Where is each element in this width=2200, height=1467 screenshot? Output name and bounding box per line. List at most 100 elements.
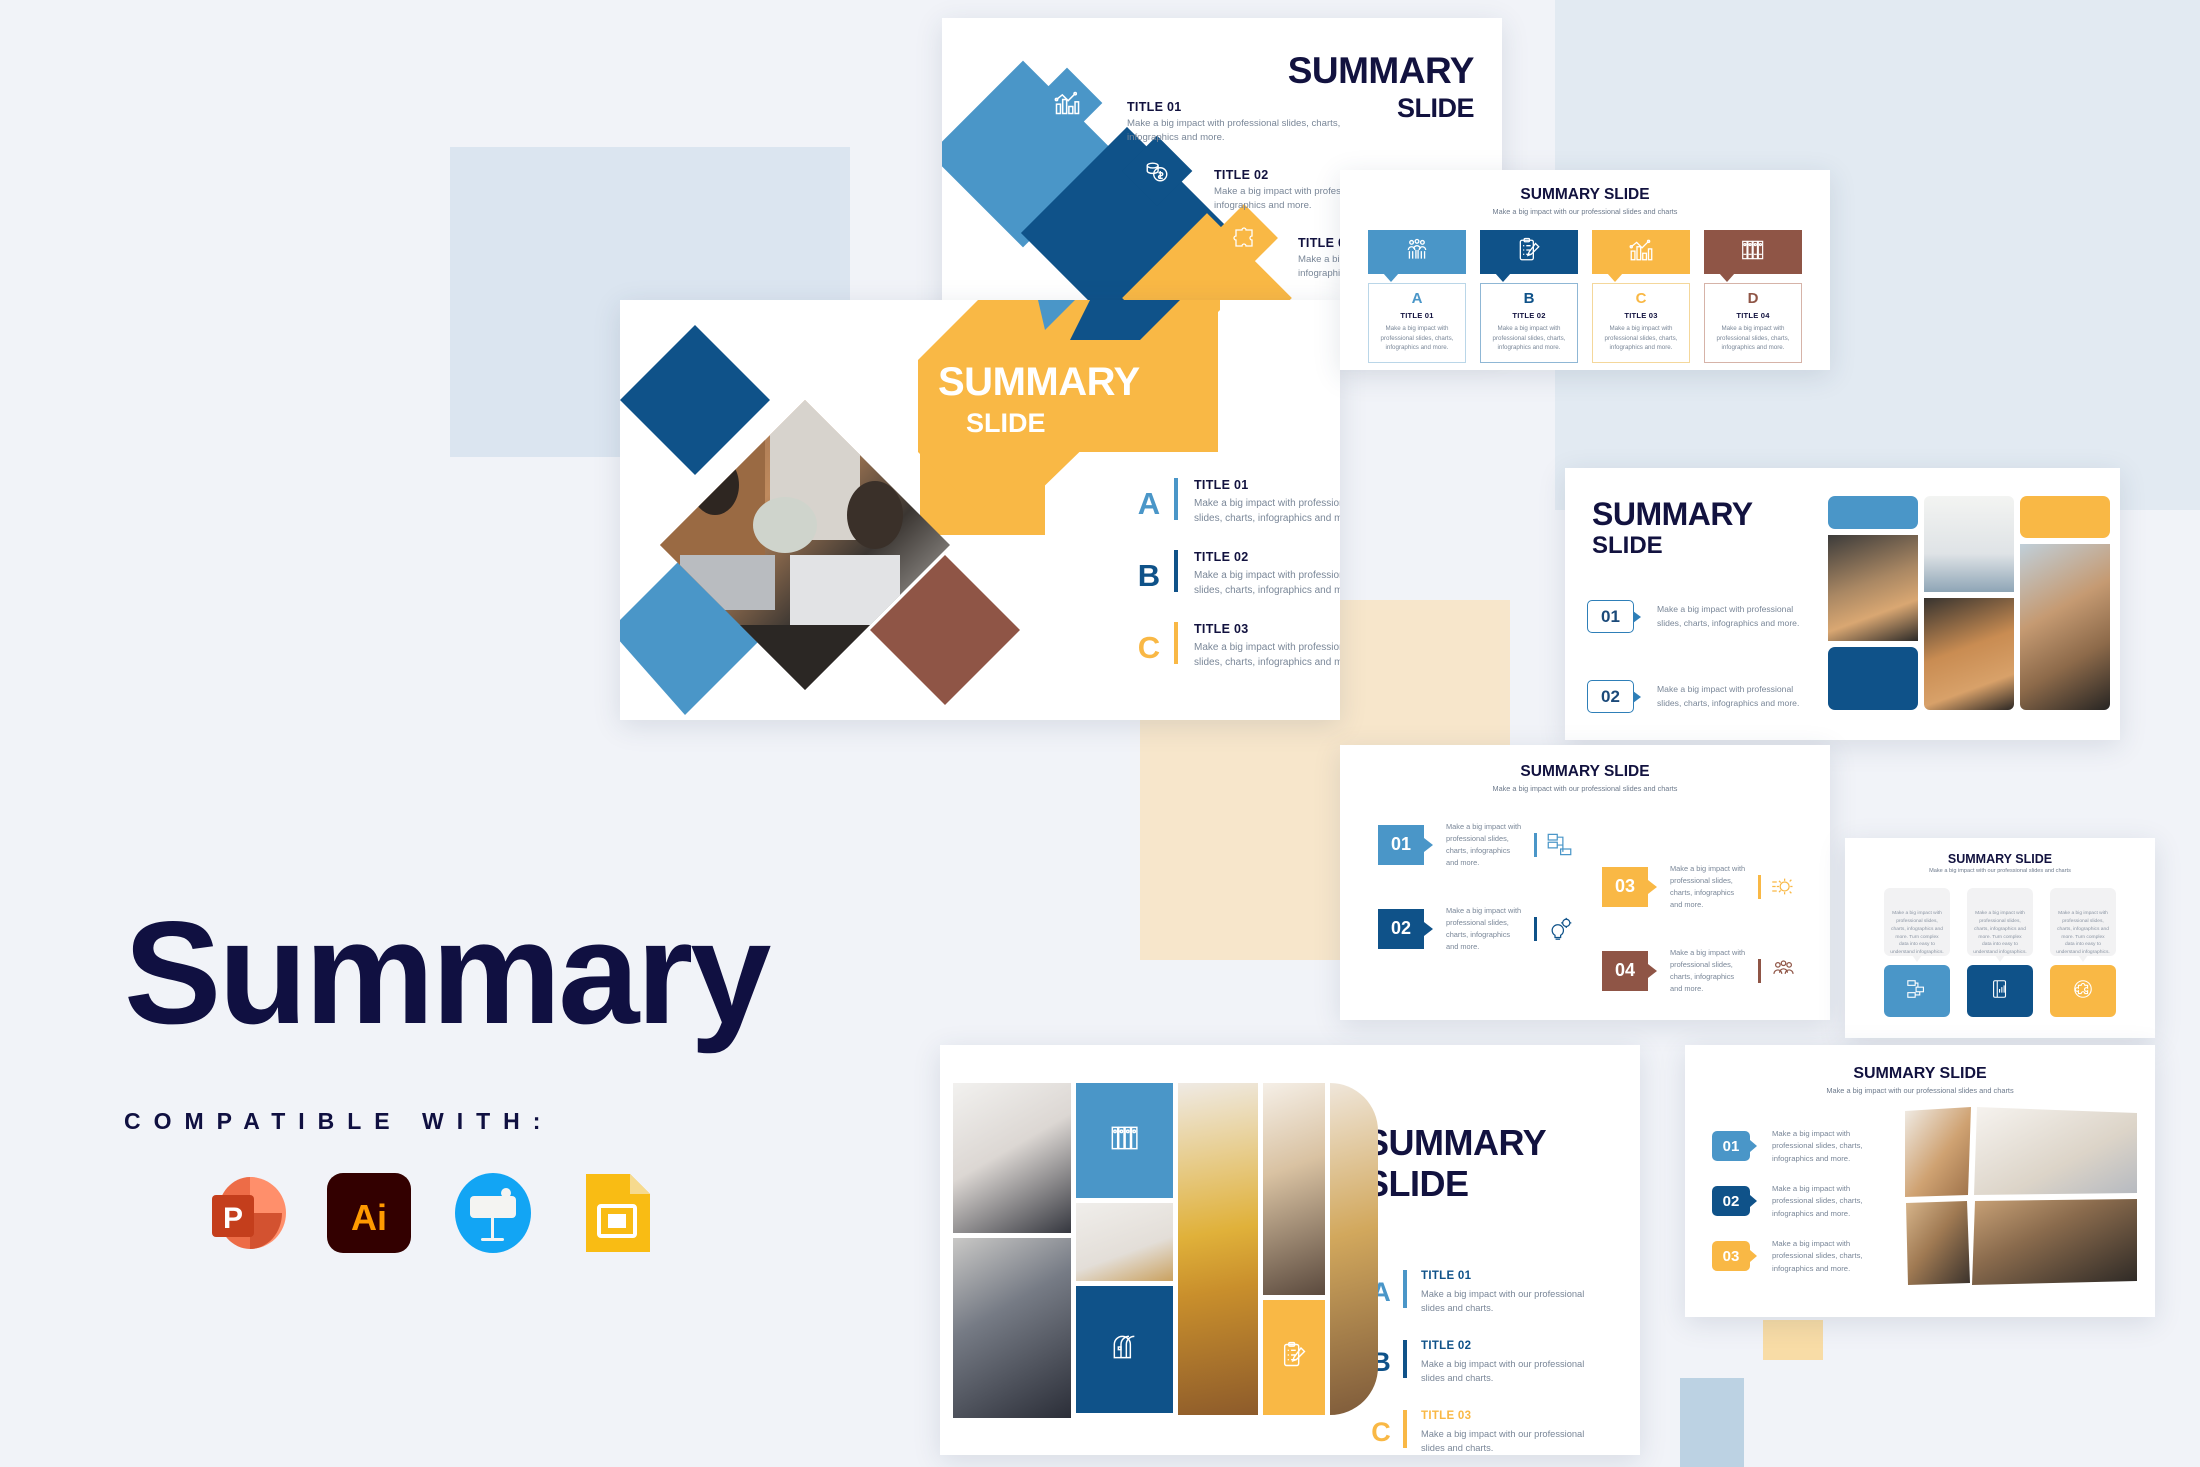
slide-e-step-0-number: 01 (1390, 834, 1412, 855)
slide-h-item-2-box: 03 (1712, 1241, 1757, 1272)
slide-three-cards[interactable]: SUMMARY SLIDE Make a big impact with our… (1845, 838, 2155, 1038)
slide-a-item-0-title: TITLE 01 (1127, 100, 1182, 114)
slide-c-card-0-body: Make a big impact with professional slid… (1380, 325, 1454, 352)
slide-d-header: SUMMARY SLIDE (1592, 498, 1753, 558)
slide-f-card-1-icon-panel (1967, 965, 2033, 1017)
slide-f-title: SUMMARY SLIDE (1947, 852, 2053, 866)
slide-e-step-3-body: Make a big impact with professional slid… (1670, 948, 1746, 993)
slide-g-item-2-title: TITLE 03 (1421, 1410, 1472, 1422)
slide-e-step-0: 01 Make a big impact with professional s… (1378, 821, 1573, 868)
slide-b-item-0-letter: A (1137, 486, 1161, 521)
slide-c-card-2[interactable]: C TITLE 03 Make a big impact with profes… (1592, 230, 1690, 363)
slide-c-card-0-box: A TITLE 01 Make a big impact with profes… (1368, 283, 1466, 363)
slide-d-photo-grid (1828, 496, 2110, 710)
slide-e-step-3-bar (1758, 958, 1761, 983)
puzzle-circle-icon (2072, 978, 2094, 1005)
slide-b-title-line2: SLIDE (966, 408, 1046, 438)
slide-e-step-2-number: 03 (1614, 876, 1636, 897)
slide-photo-mosaic[interactable]: SUMMARY SLIDE A TITLE 01 Make a big impa… (940, 1045, 1640, 1455)
slide-g-tile-lightblue (1076, 1083, 1173, 1198)
slide-e-step-2-bar (1758, 874, 1761, 899)
slide-e-step-3-box: 04 (1602, 950, 1657, 991)
slide-d-item-0-body: Make a big impact with professional slid… (1657, 603, 1800, 628)
slide-numbered-photos[interactable]: SUMMARY SLIDE 01 Make a big impact with … (1565, 468, 2120, 740)
slide-b-item-0-bar (1174, 478, 1178, 520)
slide-abcd-cards[interactable]: SUMMARY SLIDE Make a big impact with our… (1340, 170, 1830, 370)
slide-c-card-2-box: C TITLE 03 Make a big impact with profes… (1592, 283, 1690, 363)
slide-h-item-0-box: 01 (1712, 1131, 1757, 1162)
slide-c-card-3-title: TITLE 04 (1736, 311, 1770, 320)
slide-a-icon-diamond-2 (1121, 135, 1193, 207)
slide-g-tile-darkblue (1076, 1286, 1173, 1413)
people-group-icon (1770, 957, 1797, 984)
slide-f-header: SUMMARY SLIDE Make a big impact with our… (1845, 838, 2155, 874)
slide-d-photo-col-2 (2020, 496, 2110, 710)
slide-d-color-tile-darkblue (1828, 647, 1918, 710)
slide-d-photo-col-1 (1924, 496, 2014, 710)
coins-money-icon (1132, 146, 1182, 196)
slide-c-card-3-cap (1704, 230, 1802, 282)
slide-g-photo-grid (953, 1083, 1378, 1418)
slide-b-title-line1: SUMMARY (938, 360, 1140, 404)
svg-text:P: P (223, 1202, 243, 1235)
slide-e-header: SUMMARY SLIDE Make a big impact with our… (1340, 745, 1830, 793)
slide-d-item-1: 02 Make a big impact with professional s… (1587, 680, 1802, 713)
slide-h-item-1-box: 02 (1712, 1186, 1757, 1217)
slide-h-item-2: 03 Make a big impact with professional s… (1712, 1238, 1884, 1275)
slide-a-item-0-body: Make a big impact with professional slid… (1127, 118, 1341, 144)
slide-a-icon-diamond-3 (1210, 204, 1278, 272)
slide-f-card-1[interactable]: Make a big impact with professional slid… (1967, 888, 2033, 1017)
slide-g-photo-2 (1076, 1203, 1173, 1281)
bar-chart-icon (1042, 78, 1092, 128)
slide-b-item-0-title: TITLE 01 (1194, 478, 1249, 492)
heads-puzzle-icon (1109, 1331, 1141, 1368)
slide-g-col-0 (953, 1083, 1071, 1418)
slide-f-card-0[interactable]: Make a big impact with professional slid… (1884, 888, 1950, 1017)
slide-b-header: SUMMARY SLIDE (938, 362, 1140, 439)
slide-d-photo-col-0 (1828, 496, 1918, 710)
slide-c-card-3[interactable]: D TITLE 04 Make a big impact with profes… (1704, 230, 1802, 363)
people-group-icon (1404, 237, 1430, 268)
slide-f-card-2-icon-panel (2050, 965, 2116, 1017)
archive-folders-icon (1109, 1122, 1141, 1159)
slide-a-icon-diamond-1 (1031, 67, 1103, 139)
slide-c-card-1-cap (1480, 230, 1578, 282)
slide-b-item-1-title: TITLE 02 (1194, 550, 1249, 564)
slide-three-steps-photo[interactable]: SUMMARY SLIDE Make a big impact with our… (1685, 1045, 2155, 1317)
svg-text:Ai: Ai (351, 1197, 387, 1238)
slide-d-item-1-number: 02 (1601, 686, 1620, 706)
slide-c-card-2-cap (1592, 230, 1690, 282)
gear-idea-icon (1770, 873, 1797, 900)
lightbulb-gear-icon (1546, 915, 1573, 942)
slide-h-item-2-number: 03 (1722, 1247, 1740, 1265)
slide-b-item-2-bar (1174, 622, 1178, 664)
slide-e-step-3-number: 04 (1614, 960, 1636, 981)
clipboard-checklist-icon (1516, 237, 1542, 268)
slide-g-header: SUMMARY SLIDE (1365, 1125, 1547, 1204)
poster-canvas: Summary COMPATIBLE WITH: P Ai SUMMARY SL… (0, 0, 2200, 1467)
slide-g-col-1 (1076, 1083, 1173, 1418)
slide-c-card-2-body: Make a big impact with professional slid… (1604, 325, 1678, 352)
slide-e-step-0-bar (1534, 832, 1537, 857)
google-slides-logo (572, 1168, 662, 1258)
bg-block-beige-strip (1763, 1320, 1823, 1360)
slide-g-item-1: B TITLE 02 Make a big impact with our pr… (1365, 1340, 1591, 1386)
slide-c-card-0-cap (1368, 230, 1466, 282)
slide-b-item-1-bar (1174, 550, 1178, 592)
slide-c-card-0[interactable]: A TITLE 01 Make a big impact with profes… (1368, 230, 1466, 363)
bar-chart-icon (1628, 237, 1654, 268)
slide-g-item-0-title: TITLE 01 (1421, 1270, 1472, 1282)
slide-d-item-0-number: 01 (1601, 606, 1620, 626)
puzzle-icon (1220, 214, 1268, 262)
slide-f-card-2[interactable]: Make a big impact with professional slid… (2050, 888, 2116, 1017)
slide-c-card-1[interactable]: B TITLE 02 Make a big impact with profes… (1480, 230, 1578, 363)
slide-e-subtitle: Make a big impact with our professional … (1492, 784, 1678, 793)
slide-c-card-0-title: TITLE 01 (1400, 311, 1434, 320)
slide-g-tile-yellow (1263, 1300, 1325, 1415)
slide-g-title-line2: SLIDE (1365, 1163, 1469, 1204)
slide-four-steps[interactable]: SUMMARY SLIDE Make a big impact with our… (1340, 745, 1830, 1020)
slide-main-summary[interactable]: SUMMARY SLIDE A TITLE 01 Make a big impa… (620, 300, 1340, 720)
slide-e-step-1-box: 02 (1378, 908, 1433, 949)
slide-e-step-2-box: 03 (1602, 866, 1657, 907)
powerpoint-logo: P (200, 1168, 290, 1258)
